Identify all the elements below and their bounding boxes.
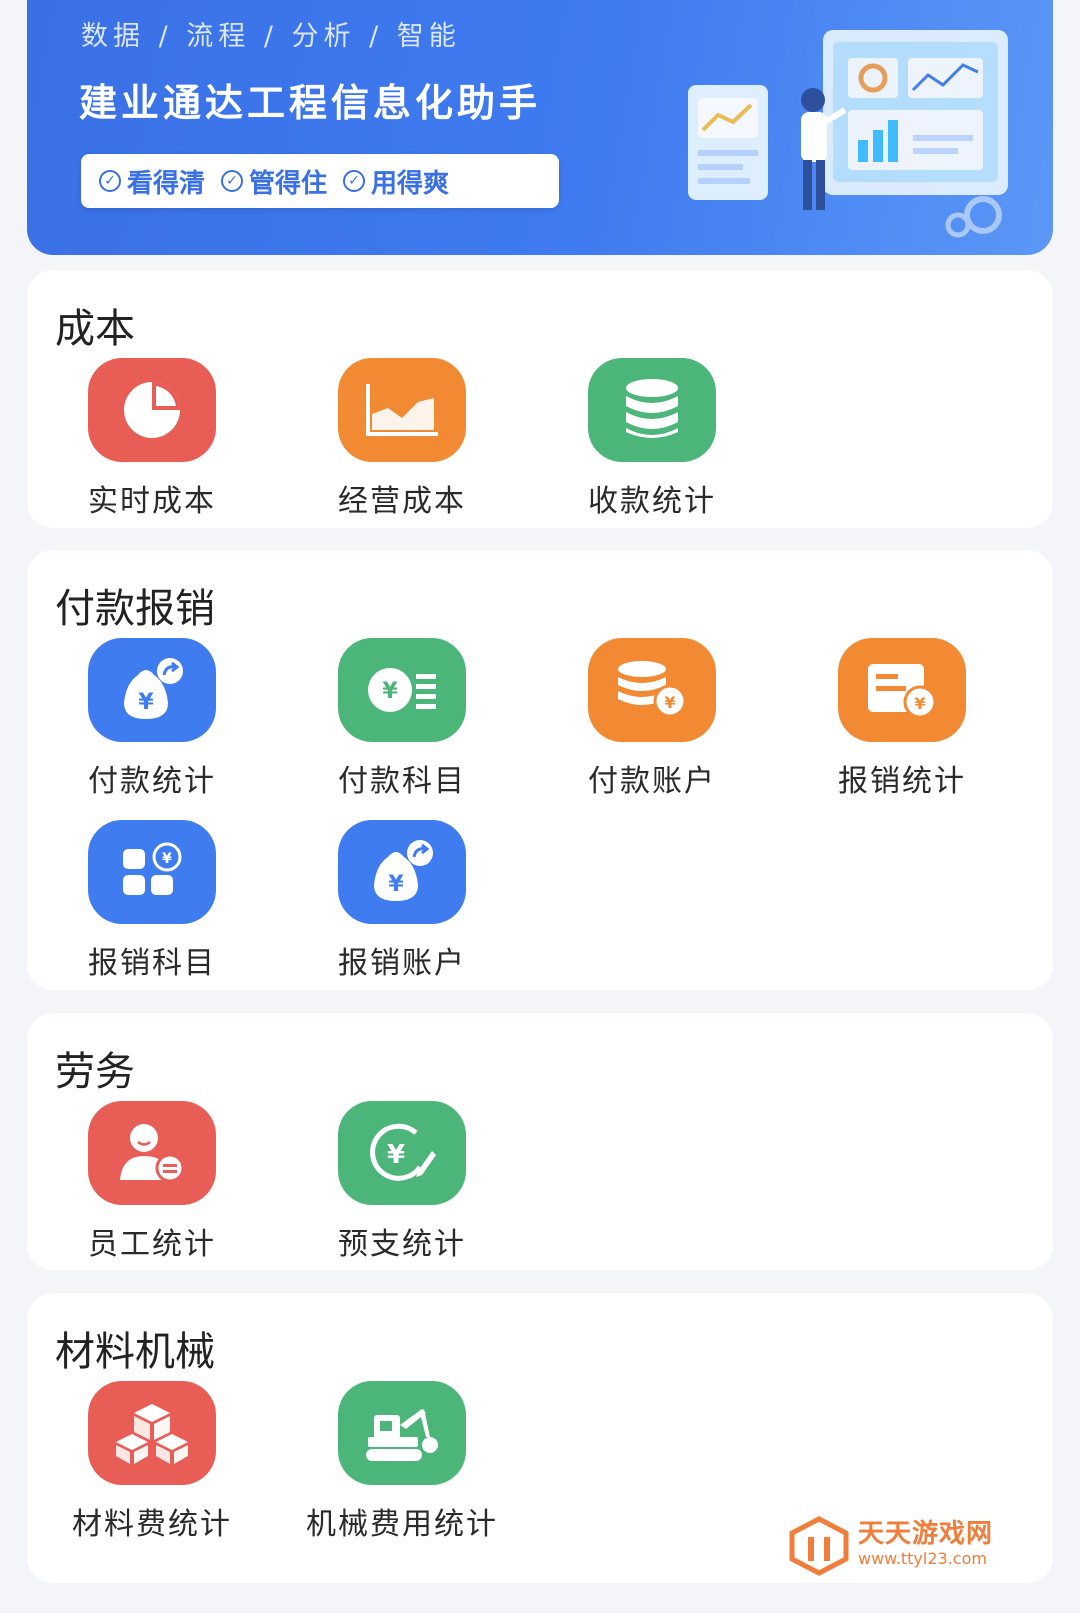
svg-text:¥: ¥	[162, 851, 172, 867]
pill-item: ✓ 管得住	[221, 163, 327, 200]
section-title: 劳务	[55, 1049, 135, 1095]
banner-title: 建业通达工程信息化助手	[79, 81, 542, 125]
section-cost: 成本 实时成本 经营成本 收款统计	[27, 270, 1053, 528]
tile-machinery-cost-stats[interactable]: 机械费用统计	[302, 1381, 502, 1542]
section-payment-reimbursement: 付款报销 ¥ 付款统计 ¥ 付款科目 ¥ 付款账户 ¥ 报销统计 ¥ 报销科目 …	[27, 550, 1053, 990]
money-bag-icon: ¥	[338, 820, 466, 924]
pie-chart-icon	[88, 358, 216, 462]
tile-realtime-cost[interactable]: 实时成本	[52, 358, 252, 519]
section-labor: 劳务 员工统计 ¥ 预支统计	[27, 1013, 1053, 1270]
check-circle-icon: ✓	[99, 170, 121, 192]
tile-label: 付款统计	[88, 764, 216, 799]
tile-label: 实时成本	[88, 484, 216, 519]
pill-item: ✓ 看得清	[99, 163, 205, 200]
tile-label: 付款科目	[338, 764, 466, 799]
user-icon	[88, 1101, 216, 1205]
tile-advance-stats[interactable]: ¥ 预支统计	[302, 1101, 502, 1262]
coin-stack-icon: ¥	[588, 638, 716, 742]
tile-operating-cost[interactable]: 经营成本	[302, 358, 502, 519]
tile-material-cost-stats[interactable]: 材料费统计	[52, 1381, 252, 1542]
banner-tagline: 数据 / 流程 / 分析 / 智能	[81, 21, 461, 52]
pill-item: ✓ 用得爽	[343, 163, 449, 200]
section-title: 成本	[55, 306, 135, 352]
tile-label: 报销科目	[88, 946, 216, 981]
tile-label: 员工统计	[88, 1227, 216, 1262]
tile-label: 材料费统计	[72, 1507, 232, 1542]
tile-label: 收款统计	[588, 484, 716, 519]
grid-yuan-icon: ¥	[88, 820, 216, 924]
database-icon	[588, 358, 716, 462]
tile-payment-stats[interactable]: ¥ 付款统计	[52, 638, 252, 799]
svg-text:¥: ¥	[382, 679, 398, 704]
tile-employee-stats[interactable]: 员工统计	[52, 1101, 252, 1262]
invoice-yuan-icon: ¥	[838, 638, 966, 742]
tile-label: 经营成本	[338, 484, 466, 519]
tile-label: 付款账户	[588, 764, 716, 799]
tile-receipt-stats[interactable]: 收款统计	[552, 358, 752, 519]
tile-label: 报销账户	[338, 946, 466, 981]
yuan-coin-list-icon: ¥	[338, 638, 466, 742]
tile-label: 预支统计	[338, 1227, 466, 1262]
section-title: 付款报销	[55, 586, 215, 632]
banner-feature-pill: ✓ 看得清 ✓ 管得住 ✓ 用得爽	[81, 154, 559, 208]
svg-text:¥: ¥	[664, 693, 675, 712]
hero-banner: 数据 / 流程 / 分析 / 智能 建业通达工程信息化助手 ✓ 看得清 ✓ 管得住 …	[27, 0, 1053, 255]
svg-text:¥: ¥	[914, 694, 925, 713]
svg-text:¥: ¥	[388, 872, 404, 897]
check-circle-icon: ✓	[343, 170, 366, 192]
dashboard-illustration	[688, 30, 1008, 238]
watermark: 天天游戏网 www.ttyl23.com	[788, 1513, 1028, 1583]
watermark-url: www.ttyl23.com	[858, 1549, 987, 1568]
excavator-icon	[338, 1381, 466, 1485]
tile-reimbursement-stats[interactable]: ¥ 报销统计	[802, 638, 1002, 799]
tile-reimbursement-subject[interactable]: ¥ 报销科目	[52, 820, 252, 981]
svg-text:¥: ¥	[138, 690, 154, 715]
tile-payment-account[interactable]: ¥ 付款账户	[552, 638, 752, 799]
money-bag-icon: ¥	[88, 638, 216, 742]
watermark-logo-icon	[789, 1516, 849, 1576]
yuan-edit-icon: ¥	[338, 1101, 466, 1205]
watermark-text: 天天游戏网	[858, 1519, 994, 1549]
tile-label: 报销统计	[838, 764, 966, 799]
check-circle-icon: ✓	[221, 170, 244, 192]
boxes-icon	[88, 1381, 216, 1485]
svg-text:¥: ¥	[387, 1140, 405, 1170]
area-chart-icon	[338, 358, 466, 462]
tile-reimbursement-account[interactable]: ¥ 报销账户	[302, 820, 502, 981]
tile-label: 机械费用统计	[306, 1507, 498, 1542]
tile-payment-subject[interactable]: ¥ 付款科目	[302, 638, 502, 799]
section-title: 材料机械	[55, 1329, 215, 1375]
